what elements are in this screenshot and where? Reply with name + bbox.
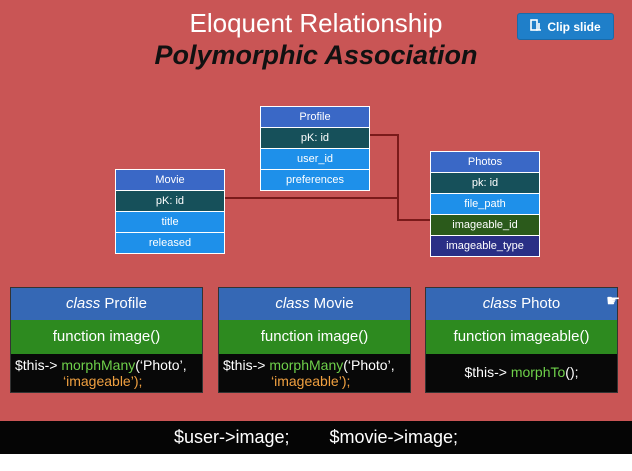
class-card-photo: class Photo function imageable() $this->… xyxy=(425,287,618,393)
code-this: $this-> xyxy=(464,364,507,380)
bottom-code-user: $user->image; xyxy=(173,427,290,447)
class-card-header: class Movie xyxy=(219,288,410,320)
class-card-code: $this-> morphMany(‘Photo’, ‘imageable’); xyxy=(219,354,410,392)
code-this: $this-> xyxy=(223,357,266,373)
profile-preferences-row: preferences xyxy=(261,170,369,190)
pointer-hand-icon: ☛ xyxy=(606,293,621,310)
profile-table: Profile pK: id user_id preferences xyxy=(260,106,370,191)
code-method: morphMany xyxy=(269,357,344,373)
code-args-2: ‘imageable’); xyxy=(271,373,351,389)
photos-imageable-type-row: imageable_type xyxy=(431,236,539,256)
class-name: Photo xyxy=(521,295,561,312)
profile-table-header: Profile xyxy=(261,107,369,128)
class-card-movie: class Movie function image() $this-> mor… xyxy=(218,287,411,393)
photos-table-header: Photos xyxy=(431,152,539,173)
code-args: (‘Photo’, xyxy=(135,357,187,373)
class-card-function: function imageable() xyxy=(426,320,617,354)
movie-title-row: title xyxy=(116,212,224,233)
movie-table: Movie pK: id title released xyxy=(115,169,225,254)
movie-released-row: released xyxy=(116,233,224,253)
class-card-function: function image() xyxy=(11,320,202,354)
class-card-header: class Photo xyxy=(426,288,617,320)
code-this: $this-> xyxy=(15,357,58,373)
code-args: (); xyxy=(565,364,579,380)
bottom-code-bar: $user->image; $movie->image; xyxy=(0,421,632,454)
photos-file-path-row: file_path xyxy=(431,194,539,215)
code-method: morphTo xyxy=(510,364,566,380)
profile-pk-row: pK: id xyxy=(261,128,369,149)
class-name: Movie xyxy=(313,295,354,312)
movie-table-header: Movie xyxy=(116,170,224,191)
code-method: morphMany xyxy=(61,357,136,373)
class-card-header: class Profile xyxy=(11,288,202,320)
code-args: (‘Photo’, xyxy=(343,357,395,373)
movie-pk-row: pK: id xyxy=(116,191,224,212)
class-keyword: class xyxy=(482,295,517,312)
bottom-code-movie: $movie->image; xyxy=(329,427,459,447)
relation-line-profile-photos xyxy=(370,134,430,221)
profile-user-id-row: user_id xyxy=(261,149,369,170)
class-keyword: class xyxy=(66,295,101,312)
below-slide-strip xyxy=(0,454,632,471)
code-args-2: ‘imageable’); xyxy=(63,373,143,389)
class-keyword: class xyxy=(275,295,310,312)
class-name: Profile xyxy=(104,295,147,312)
photos-imageable-id-row: imageable_id xyxy=(431,215,539,236)
class-card-code: $this-> morphTo(); xyxy=(426,354,617,392)
photos-pk-row: pk: id xyxy=(431,173,539,194)
photos-table: Photos pk: id file_path imageable_id ima… xyxy=(430,151,540,257)
class-card-profile: class Profile function image() $this-> m… xyxy=(10,287,203,393)
class-card-function: function image() xyxy=(219,320,410,354)
slide: Eloquent Relationship Polymorphic Associ… xyxy=(0,0,632,471)
class-card-code: $this-> morphMany(‘Photo’, ‘imageable’); xyxy=(11,354,202,392)
